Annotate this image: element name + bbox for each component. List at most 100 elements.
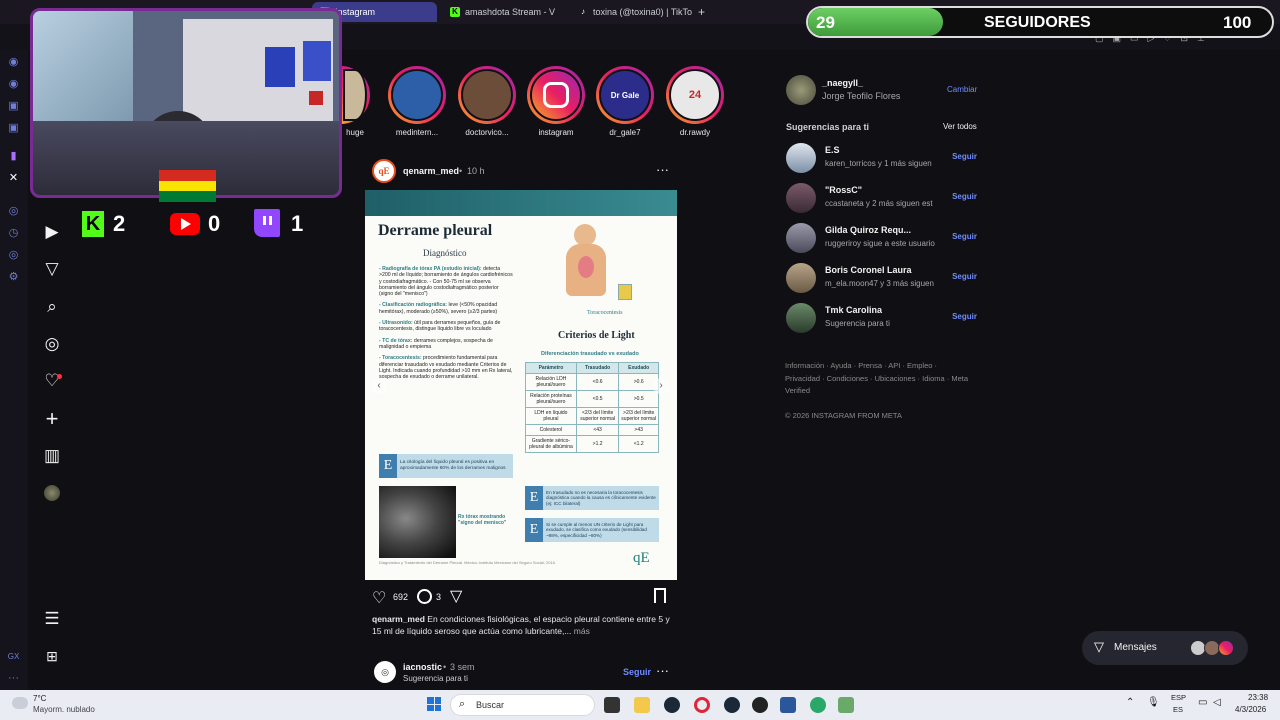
footer-links[interactable]: Información · Ayuda · Prensa · API · Emp… [785,360,970,398]
taskbar-search[interactable]: ⌕ Buscar [450,694,595,716]
story-item[interactable]: instagram [525,66,587,137]
suggestion-name[interactable]: Tmk Carolina [825,305,882,315]
sidebar-app-icon[interactable]: ◉ [7,56,20,69]
suggestion-name[interactable]: "RossC" [825,185,862,195]
profile-username[interactable]: _naegyll_ [822,78,863,88]
network-icon[interactable]: ▭ [1198,697,1207,708]
story-item[interactable]: 24 dr.rawdy [664,66,726,137]
x-icon[interactable]: ✕ [7,172,20,185]
post-dot: • [459,166,463,176]
next-post-follow-button[interactable]: Seguir [623,667,651,677]
steam-icon[interactable] [724,697,740,713]
post-image[interactable]: Derrame pleural Diagnóstico - Radiografí… [365,190,677,580]
reels-icon[interactable]: ▶ [42,222,62,242]
sidebar-app-icon[interactable]: GX [7,650,20,663]
switch-account-button[interactable]: Cambiar [947,85,977,94]
next-post-dot: • [443,662,447,672]
next-post-sub: Sugerencia para ti [403,674,468,683]
explore-icon[interactable]: ◎ [42,334,62,354]
new-tab-button[interactable]: + [694,2,710,22]
carousel-next-icon[interactable]: › [653,378,669,394]
menu-icon[interactable]: ☰ [42,609,62,629]
task-view-icon[interactable] [604,697,620,713]
light-criteria-table: Parámetro Trasudado Exudado Relación LDH… [525,362,659,453]
twitch-icon[interactable]: ▮ [7,150,20,163]
like-icon[interactable]: ♡ [372,588,386,608]
app-icon[interactable] [810,697,826,713]
clock-icon[interactable]: ◷ [7,227,20,240]
follow-button[interactable]: Seguir [952,312,977,321]
clock-time[interactable]: 23:38 [1248,693,1268,702]
suggestion-name[interactable]: Gilda Quiroz Requ... [825,225,911,235]
follow-button[interactable]: Seguir [952,272,977,281]
weather-temp[interactable]: 7°C [33,694,46,703]
mic-icon[interactable]: 🎙 [1147,697,1160,708]
dashboard-icon[interactable]: ▥ [42,446,62,466]
tray-chevron-icon[interactable]: ⌃ [1126,697,1134,708]
post-author-avatar[interactable]: qE [372,159,396,183]
search-icon[interactable]: ⌕ [42,297,62,317]
suggestion-name[interactable]: Boris Coronel Laura [825,265,912,275]
follow-button[interactable]: Seguir [952,152,977,161]
create-icon[interactable]: + [42,408,62,430]
obs-icon[interactable] [752,697,768,713]
caption-more-link[interactable]: más [574,626,590,636]
table-cell: >2/3 del límite superior normal [618,407,659,425]
steam-icon[interactable] [664,697,680,713]
weather-desc[interactable]: Mayorm. nublado [33,705,95,714]
language-primary[interactable]: ESP [1171,693,1186,702]
story-label: huge [346,128,364,137]
clock-date[interactable]: 4/3/2026 [1235,705,1266,714]
windows-start-icon[interactable] [427,697,441,711]
sidebar-app-icon[interactable]: ◎ [7,249,20,262]
thoracentesis-label: Toracocentesis [587,310,623,316]
post-options-icon[interactable]: ··· [656,162,669,177]
suggestion-avatar[interactable] [786,223,816,253]
caption-author[interactable]: qenarm_med [372,614,425,624]
profile-avatar[interactable] [786,75,816,105]
direct-icon[interactable]: ▽ [42,259,62,279]
sidebar-app-icon[interactable]: ◎ [7,205,20,218]
criteria-title: Criterios de Light [558,330,635,341]
next-post-author[interactable]: iacnostic [403,662,442,672]
next-post-avatar[interactable]: ◎ [374,661,396,683]
comment-icon[interactable] [417,589,432,604]
see-all-link[interactable]: Ver todos [943,122,977,131]
tab-kick[interactable]: K amashdota Stream - V [442,2,562,22]
language-secondary[interactable]: ES [1173,705,1183,714]
app-icon[interactable] [838,697,854,713]
suggestion-avatar[interactable] [786,143,816,173]
word-icon[interactable] [780,697,796,713]
profile-avatar[interactable] [44,485,60,501]
suggestion-avatar[interactable] [786,263,816,293]
opera-icon[interactable] [694,697,710,713]
more-icon[interactable]: ··· [7,672,20,685]
weather-icon[interactable] [12,697,28,709]
search-icon: ⌕ [459,698,466,710]
messages-button[interactable]: ▽ Mensajes [1082,631,1248,665]
follow-button[interactable]: Seguir [952,192,977,201]
story-item[interactable]: doctorvico... [456,66,518,137]
story-item[interactable]: huge [340,66,370,137]
table-cell: >0.5 [618,390,659,408]
tab-tiktok[interactable]: ♪ toxina (@toxina0) | TikTok [570,2,692,22]
followers-label: SEGUIDORES [984,14,1091,31]
follow-button[interactable]: Seguir [952,232,977,241]
carousel-prev-icon[interactable]: ‹ [371,378,387,394]
threads-icon[interactable]: ⊞ [42,646,62,666]
sidebar-app-icon[interactable]: ▣ [7,100,20,113]
story-item[interactable]: medintern... [386,66,448,137]
share-icon[interactable]: ▽ [450,586,462,606]
suggestion-name[interactable]: E.S [825,145,840,155]
suggestion-avatar[interactable] [786,183,816,213]
next-post-options-icon[interactable]: ··· [656,663,669,678]
story-item[interactable]: Dr Gale dr_gale7 [594,66,656,137]
gear-icon[interactable]: ⚙ [7,271,20,284]
post-author[interactable]: qenarm_med [403,166,459,176]
save-icon[interactable] [654,588,666,603]
volume-icon[interactable]: ◁ [1213,697,1221,708]
suggestion-avatar[interactable] [786,303,816,333]
sidebar-app-icon[interactable]: ◉ [7,78,20,91]
sidebar-app-icon[interactable]: ▣ [7,122,20,135]
file-explorer-icon[interactable] [634,697,650,713]
